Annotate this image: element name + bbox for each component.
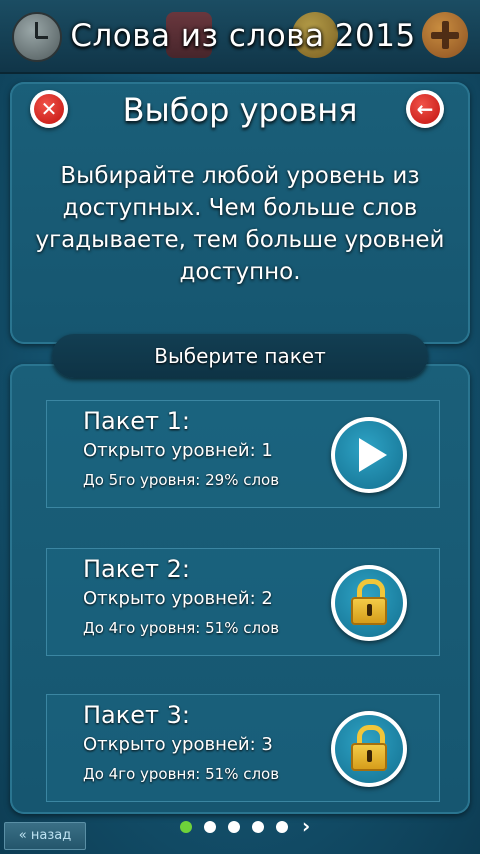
pack-title: Пакет 1:	[83, 407, 190, 435]
pack-progress: До 4го уровня: 51% слов	[83, 765, 280, 783]
locked-button[interactable]	[331, 711, 407, 787]
play-icon	[359, 438, 387, 472]
lock-icon	[349, 725, 389, 773]
locked-button[interactable]	[331, 565, 407, 641]
back-arrow-button[interactable]: ←	[406, 90, 444, 128]
back-link[interactable]: « назад	[4, 822, 86, 850]
chevron-right-icon[interactable]: ›	[302, 814, 310, 838]
select-pack-label: Выберите пакет	[52, 334, 428, 378]
pack-card-2[interactable]: Пакет 2: Открыто уровней: 2 До 4го уровн…	[46, 548, 440, 656]
play-button-ring	[335, 421, 403, 489]
page-dot[interactable]	[204, 821, 216, 833]
add-coins-icon[interactable]	[422, 12, 468, 58]
page-dot[interactable]	[228, 821, 240, 833]
pack-card-1[interactable]: Пакет 1: Открыто уровней: 1 До 5го уровн…	[46, 400, 440, 508]
pack-opened-levels: Открыто уровней: 2	[83, 588, 273, 609]
play-button[interactable]	[331, 417, 407, 493]
pack-title: Пакет 3:	[83, 701, 190, 729]
pack-progress: До 5го уровня: 29% слов	[83, 471, 280, 489]
page-dot[interactable]	[252, 821, 264, 833]
app-title: Слова из слова 2015	[70, 18, 416, 54]
pack-opened-levels: Открыто уровней: 1	[83, 440, 273, 461]
clock-icon[interactable]	[12, 12, 62, 62]
pack-title: Пакет 2:	[83, 555, 190, 583]
close-button[interactable]: ✕	[30, 90, 68, 128]
page-dot[interactable]	[276, 821, 288, 833]
lock-icon	[349, 579, 389, 627]
page-dot-active[interactable]	[180, 821, 192, 833]
close-icon: ✕	[34, 94, 64, 124]
pack-card-3[interactable]: Пакет 3: Открыто уровней: 3 До 4го уровн…	[46, 694, 440, 802]
locked-button-ring	[335, 569, 403, 637]
panel-title: Выбор уровня	[122, 91, 358, 129]
arrow-left-icon: ←	[410, 94, 440, 124]
pack-opened-levels: Открыто уровней: 3	[83, 734, 273, 755]
locked-button-ring	[335, 715, 403, 783]
pack-progress: До 4го уровня: 51% слов	[83, 619, 280, 637]
top-bar: Слова из слова 2015	[0, 0, 480, 74]
panel-description: Выбирайте любой уровень из доступных. Че…	[35, 163, 445, 285]
